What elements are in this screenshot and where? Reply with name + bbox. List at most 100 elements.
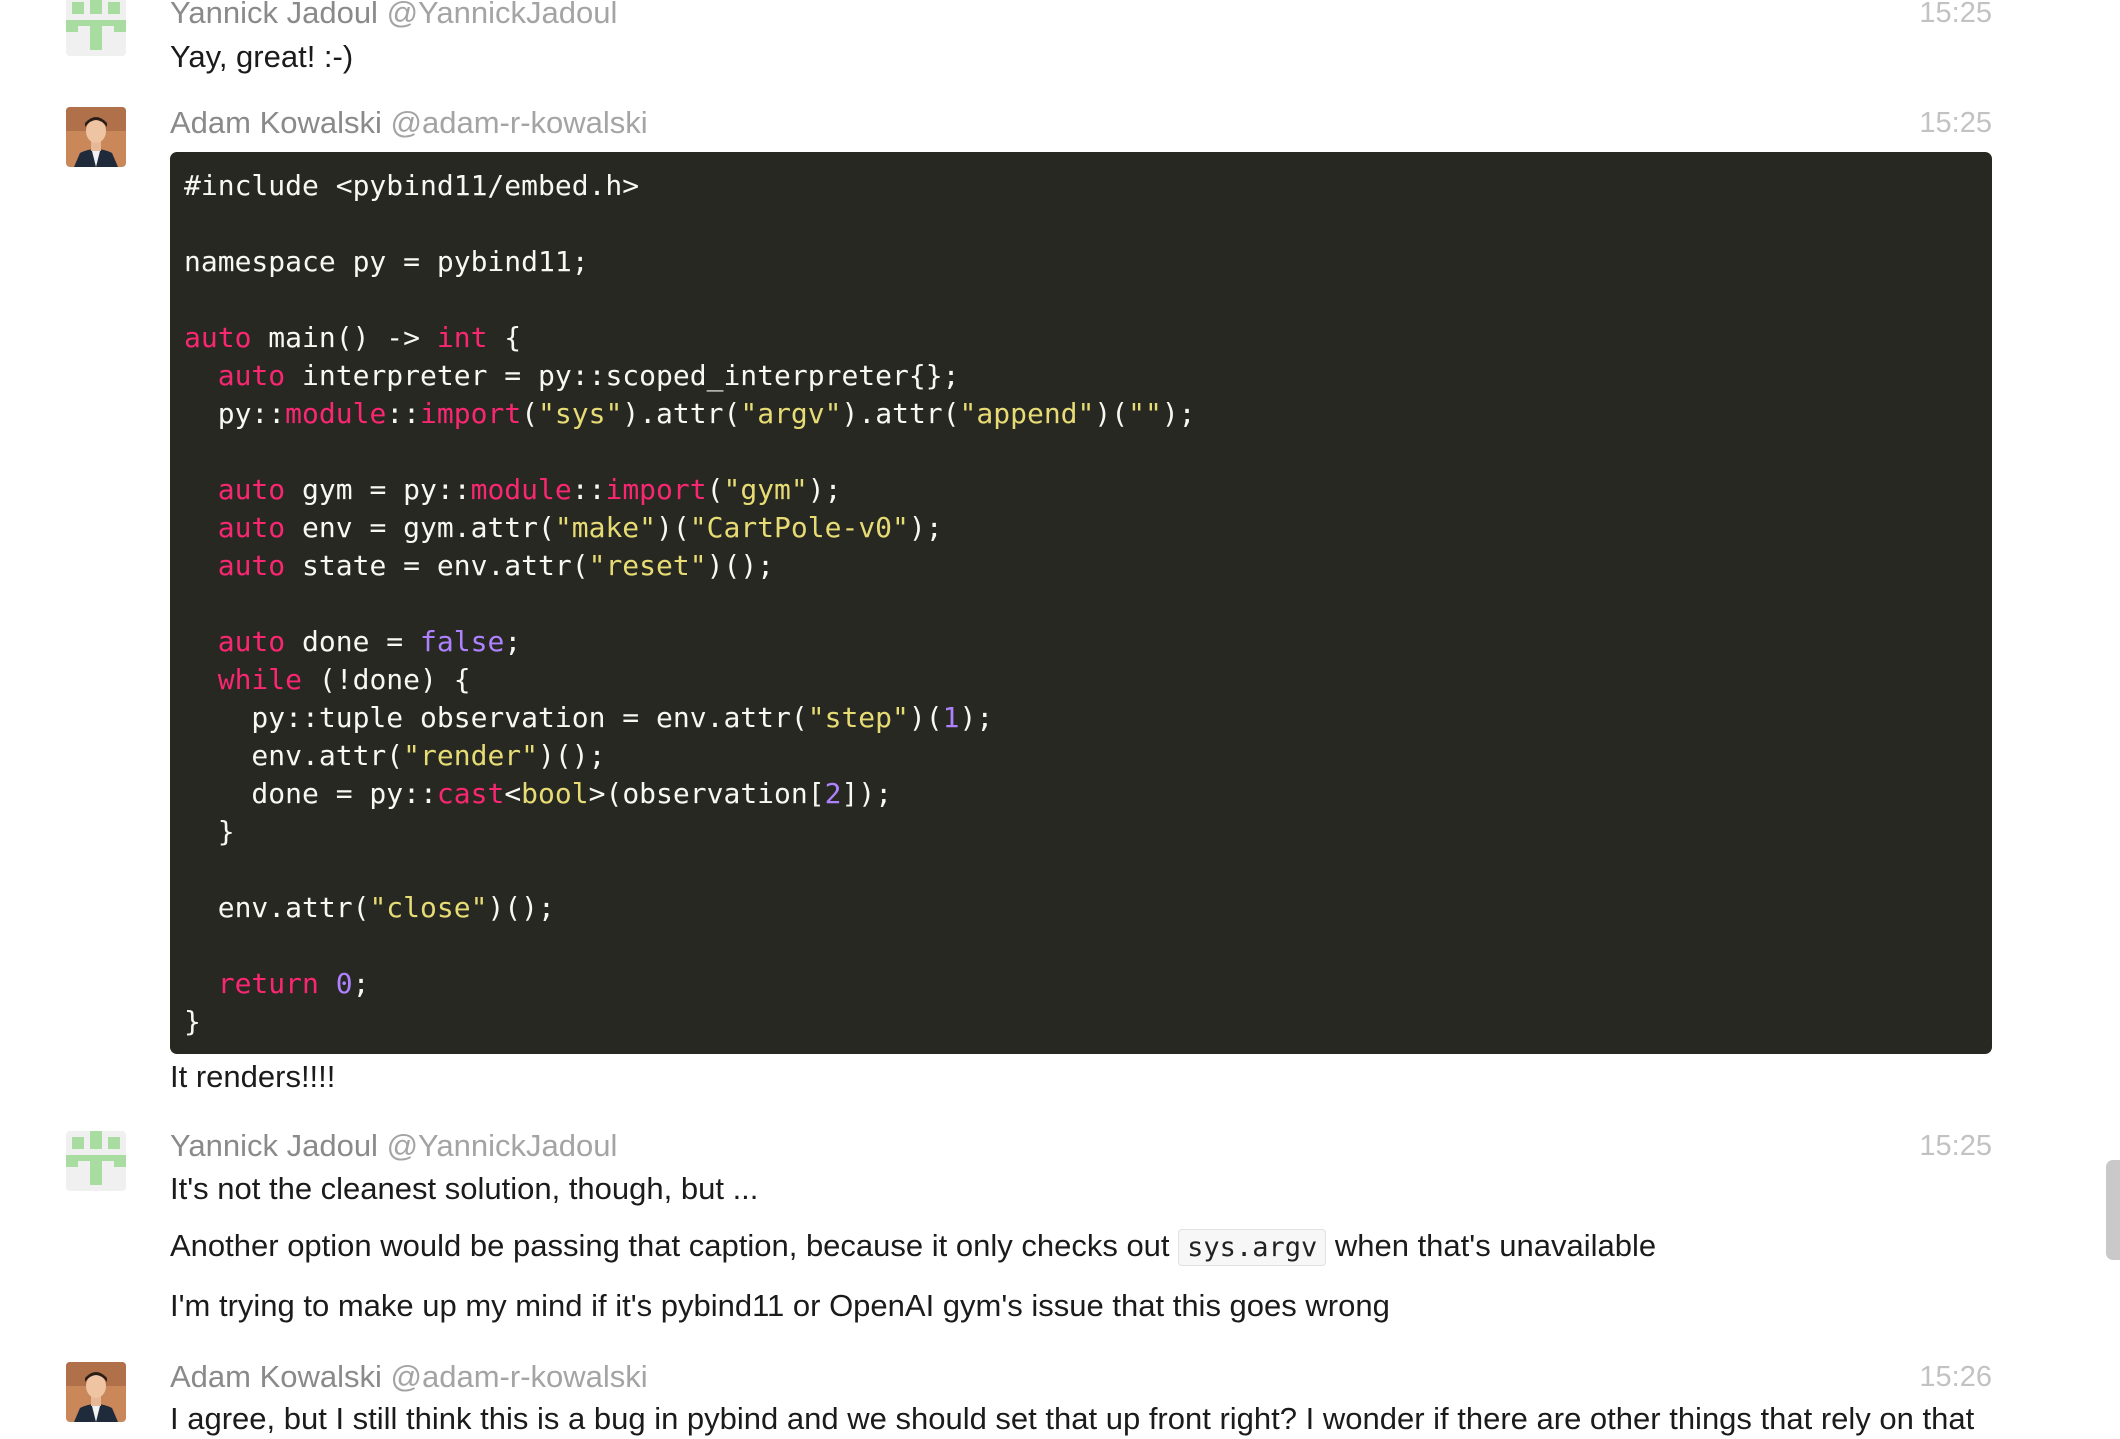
- code-line: env.attr("render")();: [184, 737, 1978, 775]
- code-token: "close": [369, 891, 488, 924]
- code-line: namespace py = pybind11;: [184, 243, 1978, 281]
- message-header: Adam Kowalski @adam-r-kowalski: [170, 1358, 648, 1396]
- author-name[interactable]: Adam Kowalski: [170, 105, 382, 140]
- code-token: namespace py = pybind11;: [184, 245, 589, 278]
- identicon-icon: [66, 1131, 126, 1191]
- code-token: done = py::: [184, 777, 437, 810]
- code-token: )();: [538, 739, 606, 772]
- code-token: auto: [217, 359, 286, 392]
- message-adam-2: Adam Kowalski @adam-r-kowalski 15:26 I a…: [0, 1352, 2120, 1436]
- timestamp[interactable]: 15:25: [1919, 104, 1992, 142]
- author-handle[interactable]: @adam-r-kowalski: [391, 1359, 648, 1394]
- code-token: );: [908, 511, 943, 544]
- avatar[interactable]: [66, 107, 126, 167]
- inline-code: sys.argv: [1178, 1229, 1327, 1266]
- code-token: cast: [436, 777, 505, 810]
- code-token: )(: [908, 701, 943, 734]
- code-token: ;: [352, 967, 370, 1000]
- message-adam-1: Adam Kowalski @adam-r-kowalski 15:25 #in…: [0, 0, 2120, 1100]
- timestamp[interactable]: 15:25: [1919, 1127, 1992, 1165]
- avatar[interactable]: [66, 1362, 126, 1422]
- code-block[interactable]: #include <pybind11/embed.h> namespace py …: [170, 152, 1992, 1054]
- code-line: #include <pybind11/embed.h>: [184, 167, 1978, 205]
- code-line: py::module::import("sys").attr("argv").a…: [184, 395, 1978, 433]
- author-name[interactable]: Adam Kowalski: [170, 1359, 382, 1394]
- code-token: {: [487, 321, 522, 354]
- code-line: auto gym = py::module::import("gym");: [184, 471, 1978, 509]
- code-line: auto main() -> int {: [184, 319, 1978, 357]
- message-text: It renders!!!!: [170, 1059, 336, 1094]
- code-token: env.attr(: [184, 891, 370, 924]
- code-token: 0: [335, 967, 353, 1000]
- code-token: #include <pybind11/embed.h>: [184, 169, 640, 202]
- code-token: );: [1161, 397, 1196, 430]
- code-token: )();: [487, 891, 555, 924]
- message-text: I agree, but I still think this is a bug…: [170, 1401, 1975, 1436]
- scrollbar[interactable]: [2106, 1160, 2120, 1260]
- code-line: return 0;: [184, 965, 1978, 1003]
- code-token: "step": [807, 701, 909, 734]
- code-token: py::tuple observation = env.attr(: [184, 701, 808, 734]
- author-name[interactable]: Yannick Jadoul: [170, 1128, 378, 1163]
- avatar[interactable]: [66, 1131, 126, 1191]
- code-token: interpreter = py::scoped_interpreter{};: [285, 359, 960, 392]
- code-line: auto interpreter = py::scoped_interprete…: [184, 357, 1978, 395]
- user-photo-icon: [66, 107, 126, 167]
- message-text: It's not the cleanest solution, though, …: [170, 1171, 759, 1206]
- code-token: gym = py::: [285, 473, 471, 506]
- code-token: state = env.attr(: [285, 549, 589, 582]
- message-text-part: when that's unavailable: [1334, 1228, 1657, 1263]
- message-yannick-2: Yannick Jadoul @YannickJadoul 15:25 It's…: [0, 1120, 2120, 1340]
- code-token: module: [285, 397, 387, 430]
- code-token: "sys": [538, 397, 623, 430]
- code-token: import: [420, 397, 522, 430]
- code-line: while (!done) {: [184, 661, 1978, 699]
- code-token: <: [504, 777, 522, 810]
- code-token: }: [184, 815, 235, 848]
- code-token: auto: [217, 473, 286, 506]
- code-token: "render": [403, 739, 539, 772]
- code-token: "CartPole-v0": [689, 511, 909, 544]
- message-header: Yannick Jadoul @YannickJadoul: [170, 1127, 617, 1165]
- code-token: "make": [554, 511, 657, 544]
- code-token: )(: [1094, 397, 1129, 430]
- code-token: int: [436, 321, 488, 354]
- code-token: py::: [184, 397, 286, 430]
- code-line: auto state = env.attr("reset")();: [184, 547, 1978, 585]
- code-token: (!done) {: [302, 663, 471, 696]
- code-token: ::: [386, 397, 421, 430]
- code-line: env.attr("close")();: [184, 889, 1978, 927]
- code-token: auto: [217, 625, 286, 658]
- code-token: >(observation[: [588, 777, 825, 810]
- author-handle[interactable]: @YannickJadoul: [387, 1128, 618, 1163]
- code-line: }: [184, 813, 1978, 851]
- code-token: 2: [824, 777, 842, 810]
- user-photo-icon: [66, 1362, 126, 1422]
- code-token: "reset": [588, 549, 707, 582]
- code-token: }: [184, 1005, 201, 1038]
- code-token: false: [420, 625, 505, 658]
- code-token: );: [959, 701, 994, 734]
- author-handle[interactable]: @adam-r-kowalski: [391, 105, 648, 140]
- code-token: 1: [942, 701, 960, 734]
- message-text: I'm trying to make up my mind if it's py…: [170, 1288, 1390, 1323]
- code-token: env.attr(: [184, 739, 404, 772]
- code-line: auto env = gym.attr("make")("CartPole-v0…: [184, 509, 1978, 547]
- code-token: (: [521, 397, 539, 430]
- code-token: );: [807, 473, 842, 506]
- timestamp[interactable]: 15:26: [1919, 1358, 1992, 1396]
- code-line: }: [184, 1003, 1978, 1041]
- code-token: "": [1128, 397, 1162, 430]
- code-token: "append": [959, 397, 1095, 430]
- code-token: while: [217, 663, 303, 696]
